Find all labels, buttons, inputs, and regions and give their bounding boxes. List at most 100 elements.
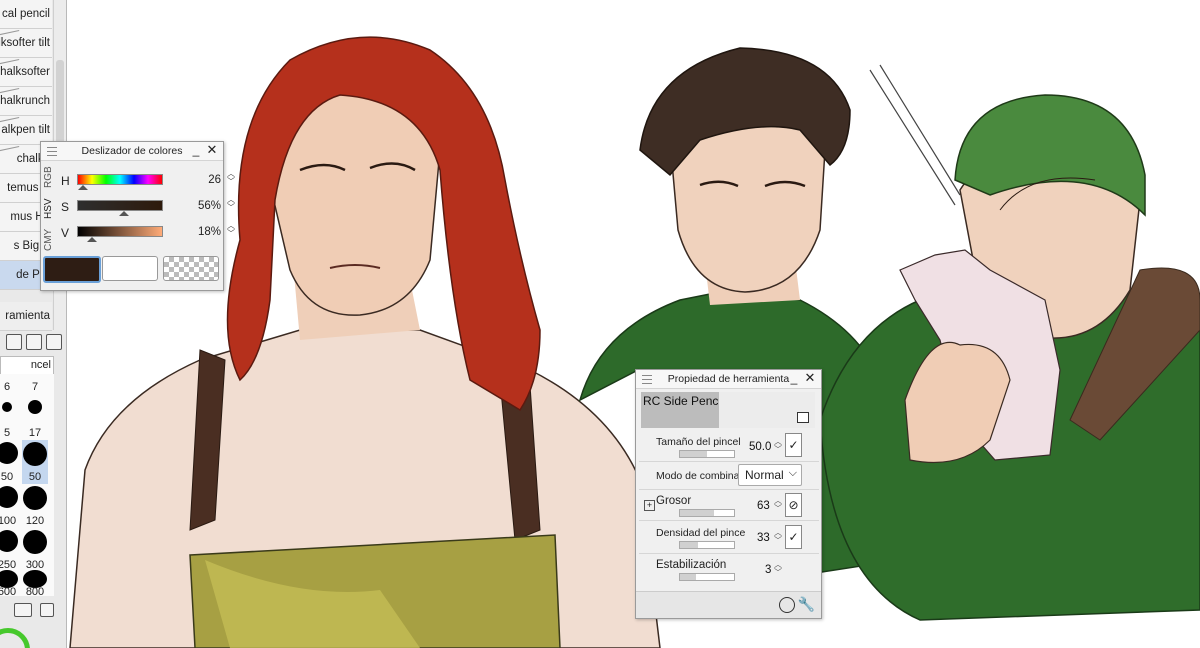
spinner-icon[interactable]: ︿ ﹀ [773,561,783,577]
minimize-icon[interactable]: _ [189,144,203,158]
size-cell[interactable]: 50 [0,440,20,484]
value-bar[interactable] [77,226,163,237]
stabilization-value[interactable]: 3 [765,564,771,576]
size-cell[interactable]: 100 [0,484,20,528]
wrench-icon[interactable]: 🔧 [798,596,815,613]
transparent-color-swatch[interactable] [163,256,219,281]
size-label: 5 [3,427,11,439]
size-label: 50 [28,471,42,483]
sub-color-swatch[interactable] [102,256,158,281]
panel-titlebar[interactable]: Propiedad de herramienta _ ✕ [636,370,821,389]
minimize-icon[interactable]: _ [787,372,801,386]
thickness-slider[interactable] [679,509,735,517]
hue-bar[interactable] [77,174,163,185]
brush-size-tab[interactable]: ncel [0,356,54,376]
no-entry-icon[interactable]: ⊘ [785,493,802,517]
slider-fill [680,574,697,580]
size-cell-selected[interactable]: 50 [22,440,48,484]
brush-size-slider[interactable] [679,450,735,458]
density-value[interactable]: 33 [757,532,770,544]
color-wheel-icon[interactable] [0,628,30,648]
drawing-canvas[interactable] [0,0,1200,648]
blend-mode-row[interactable]: Modo de combinaci Normal ⌵ [639,462,819,490]
size-cell[interactable]: 600 [0,570,20,598]
pressure-toggle-icon[interactable]: ✓ [785,525,802,549]
pressure-toggle-icon[interactable]: ✓ [785,433,802,457]
size-cell[interactable]: 300 [22,528,48,572]
saturation-slider-row[interactable]: S 56% ︿ ﹀ [61,196,243,220]
spinner-icon[interactable]: ︿ ﹀ [773,438,783,454]
brush-item[interactable]: halksofter [0,58,52,87]
tool-name: RC Side Pencil [643,394,724,408]
thickness-row[interactable]: + Grosor 63 ︿ ﹀ ⊘ [639,490,819,521]
blend-mode-select[interactable]: Normal ⌵ [738,464,802,486]
hue-value[interactable]: 26 [208,174,221,186]
lock-icon[interactable] [797,412,809,423]
brush-item[interactable]: ramienta [0,302,52,331]
value-slider-row[interactable]: V 18% ︿ ﹀ [61,222,243,246]
tool-property-panel: Propiedad de herramienta _ ✕ RC Side Pen… [635,369,822,619]
density-slider[interactable] [679,541,735,549]
brush-size-label: Tamaño del pincel [656,436,741,448]
settings-icon[interactable] [14,603,32,617]
size-label: 6 [3,381,11,393]
copy-icon[interactable] [26,334,42,350]
close-icon[interactable]: ✕ [803,371,817,385]
brush-label: halksofter tilt [0,37,50,49]
tab-cmy[interactable]: CMY [43,226,57,254]
brush-item[interactable]: halkrunch [0,87,52,116]
size-cell[interactable]: 17 [22,396,48,440]
size-cell[interactable]: 5 [0,396,20,440]
tab-hsv[interactable]: HSV [43,194,57,224]
saturation-bar[interactable] [77,200,163,211]
thickness-value[interactable]: 63 [757,500,770,512]
expand-icon[interactable]: + [644,500,655,511]
panel-footer: 🔧 [636,591,821,618]
trash-icon[interactable] [46,334,62,350]
size-label: 17 [28,427,42,439]
stabilization-row[interactable]: Estabilización 3 ︿ ﹀ [639,554,819,586]
spinner-icon[interactable]: ︿ ﹀ [225,170,237,186]
download-icon[interactable] [6,334,22,350]
density-label: Densidad del pince [656,527,746,539]
tab-label: ncel [30,359,51,371]
size-label: 800 [25,586,45,598]
size-label: 50 [0,471,14,483]
size-label: 600 [0,586,17,598]
size-label: 7 [31,381,39,393]
brush-item[interactable]: halksofter tilt [0,29,52,58]
tab-rgb[interactable]: RGB [43,162,57,192]
brush-label: halkrunch [0,95,50,107]
close-icon[interactable]: ✕ [205,143,219,157]
density-row[interactable]: Densidad del pince 33 ︿ ﹀ ✓ [639,521,819,554]
size-header: 6 [0,374,20,394]
size-cell[interactable]: 120 [22,484,48,528]
spinner-icon[interactable]: ︿ ﹀ [225,196,237,212]
size-cell[interactable]: 250 [0,528,20,572]
hue-slider-row[interactable]: H 26 ︿ ﹀ [61,170,243,194]
size-label: 120 [25,515,45,527]
slider-fill [680,542,698,548]
slider-fill [680,451,707,457]
brush-size-row[interactable]: Tamaño del pincel 50.0 ︿ ﹀ ✓ [639,430,819,462]
size-cell[interactable]: 800 [22,570,48,598]
size-header: 7 [22,374,48,394]
spinner-icon[interactable]: ︿ ﹀ [773,529,783,545]
chevron-down-icon[interactable] [40,603,54,617]
hue-knob[interactable] [77,185,88,190]
spinner-icon[interactable]: ︿ ﹀ [225,222,237,238]
brush-item[interactable]: cal pencil [0,0,52,29]
saturation-value[interactable]: 56% [198,200,221,212]
panel-titlebar[interactable]: Deslizador de colores _ ✕ [41,142,223,161]
hue-label: H [61,174,70,188]
value-value[interactable]: 18% [198,226,221,238]
saturation-knob[interactable] [119,211,130,216]
brush-size-value[interactable]: 50.0 [749,441,771,453]
stabilization-slider[interactable] [679,573,735,581]
size-label: 100 [0,515,17,527]
brush-size-grid: 6 7 5 17 50 50 100 120 250 300 600 800 [0,374,54,598]
spinner-icon[interactable]: ︿ ﹀ [773,497,783,513]
value-knob[interactable] [87,237,98,242]
reset-icon[interactable] [779,597,795,613]
main-color-swatch[interactable] [43,256,101,283]
